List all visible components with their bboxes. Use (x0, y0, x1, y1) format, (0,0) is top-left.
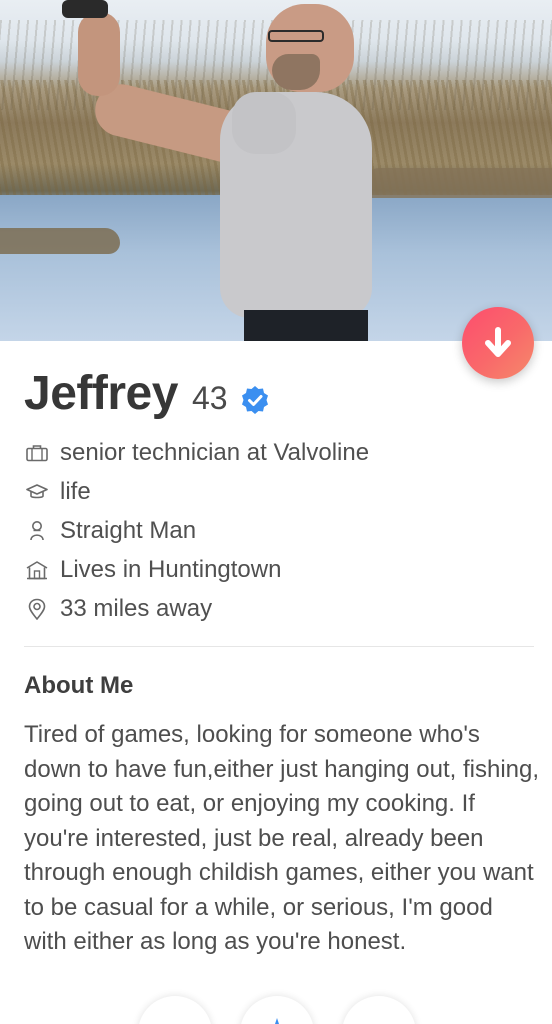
collapse-profile-button[interactable] (462, 307, 534, 379)
photo-bank-far (360, 168, 552, 198)
detail-orientation-text: Straight Man (60, 516, 197, 544)
photo-forearm (78, 12, 120, 96)
person-icon (26, 520, 48, 542)
about-title: About Me (24, 672, 134, 699)
graduation-cap-icon (26, 481, 48, 503)
profile-name: Jeffrey (24, 367, 178, 420)
detail-job: senior technician at Valvoline (26, 433, 369, 472)
detail-distance: 33 miles away (26, 589, 369, 628)
verified-badge-icon[interactable] (240, 385, 270, 420)
home-icon (26, 559, 48, 581)
photo-sleeve (232, 92, 296, 154)
photo-person-pants (244, 310, 368, 341)
detail-school-text: life (60, 477, 91, 505)
detail-distance-text: 33 miles away (60, 594, 213, 622)
photo-glasses (268, 30, 324, 42)
profile-header: Jeffrey 43 (24, 366, 270, 421)
detail-location-text: Lives in Huntingtown (60, 555, 282, 583)
star-icon (275, 1018, 279, 1024)
briefcase-icon (26, 442, 48, 464)
profile-photo[interactable] (0, 0, 552, 341)
detail-location: Lives in Huntingtown (26, 550, 369, 589)
photo-person-beard (272, 54, 320, 90)
detail-school: life (26, 472, 369, 511)
photo-bank (0, 228, 120, 254)
location-pin-icon (26, 598, 48, 620)
profile-details: senior technician at Valvoline life Stra… (26, 433, 369, 628)
about-text: Tired of games, looking for someone who'… (24, 721, 540, 955)
action-button-center[interactable] (240, 996, 314, 1024)
detail-job-text: senior technician at Valvoline (60, 438, 370, 466)
photo-camera-grip (62, 0, 108, 18)
arrow-down-icon (485, 327, 511, 357)
detail-orientation: Straight Man (26, 511, 369, 550)
profile-age: 43 (191, 380, 228, 416)
section-divider (24, 646, 534, 647)
